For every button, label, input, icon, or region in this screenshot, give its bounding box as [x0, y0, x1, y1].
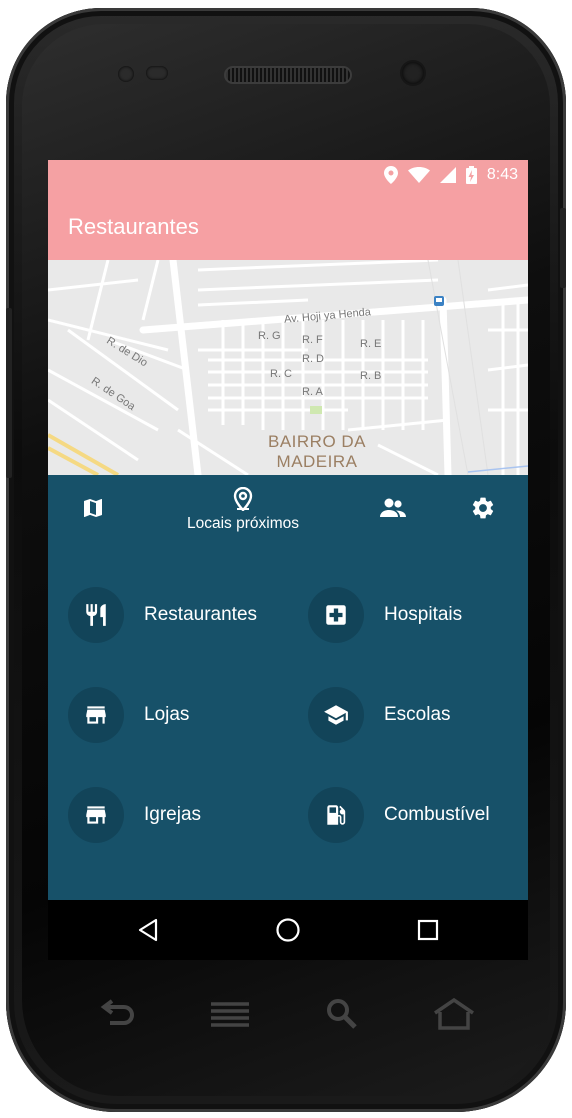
hospital-cross-icon: [326, 605, 346, 625]
battery-charging-icon: [465, 166, 477, 184]
back-icon: [138, 918, 158, 942]
nav-item-people[interactable]: [368, 475, 418, 545]
front-camera: [402, 62, 424, 84]
hardware-back-button: [94, 990, 142, 1038]
app-bar: Restaurantes: [48, 190, 528, 260]
map-street-label: R. B: [360, 370, 382, 382]
location-icon: [383, 166, 398, 184]
back-button[interactable]: [128, 910, 168, 950]
category-icon-circle: [308, 787, 364, 843]
category-label: Lojas: [144, 704, 190, 725]
gear-icon: [472, 497, 494, 519]
category-hospitais[interactable]: Hospitais: [308, 587, 462, 643]
map-street-label: R. G: [258, 330, 281, 342]
hardware-search-button: [318, 990, 366, 1038]
map-district-label: BAIRRO DA MADEIRA: [268, 432, 366, 472]
category-igrejas[interactable]: Igrejas: [68, 787, 201, 843]
menu-icon: [211, 1002, 249, 1027]
place-pin-icon: [233, 487, 253, 511]
map-street-label: R. A: [302, 386, 323, 398]
nav-item-map[interactable]: [68, 475, 118, 545]
map-view[interactable]: Av. Hoji ya Henda R. G R. F R. E R. D R.…: [48, 260, 528, 475]
graduation-cap-icon: [324, 705, 348, 725]
status-bar: 8:43: [48, 160, 528, 190]
home-icon: [276, 918, 300, 942]
volume-button: [6, 308, 12, 478]
search-icon: [327, 999, 357, 1029]
map-district-line: BAIRRO DA: [268, 432, 367, 451]
home-icon: [434, 998, 474, 1030]
map-street-label: R. C: [270, 368, 292, 380]
category-icon-circle: [68, 687, 124, 743]
map-icon: [84, 499, 102, 517]
system-nav-bar: [48, 900, 528, 960]
category-combustivel[interactable]: Combustível: [308, 787, 490, 843]
nav-item-settings[interactable]: [458, 475, 508, 545]
category-icon-circle: [68, 587, 124, 643]
earpiece-speaker: [224, 66, 352, 84]
home-button[interactable]: [268, 910, 308, 950]
fork-knife-icon: [86, 604, 106, 626]
category-icon-circle: [68, 787, 124, 843]
hardware-menu-button: [206, 990, 254, 1038]
recents-button[interactable]: [408, 910, 448, 950]
category-label: Escolas: [384, 704, 451, 725]
map-district-line: MADEIRA: [276, 452, 358, 471]
proximity-sensor: [118, 66, 134, 82]
screen: 8:43 Restaurantes Av. Hoji ya Henda R. G…: [48, 160, 528, 960]
page-title: Restaurantes: [68, 214, 199, 239]
category-label: Igrejas: [144, 804, 202, 825]
nav-label: Locais próximos: [187, 515, 299, 532]
map-street-label: R. E: [360, 338, 382, 350]
category-restaurantes[interactable]: Restaurantes: [68, 587, 257, 643]
recents-icon: [417, 919, 439, 941]
store-icon: [86, 706, 106, 724]
store-icon: [86, 806, 106, 824]
back-icon: [100, 999, 134, 1025]
fuel-pump-icon: [327, 805, 346, 825]
category-icon-circle: [308, 687, 364, 743]
category-label: Hospitais: [384, 604, 463, 625]
map-street-label: R. F: [302, 334, 323, 346]
category-label: Combustível: [384, 804, 490, 825]
category-icon-circle: [308, 587, 364, 643]
category-escolas[interactable]: Escolas: [308, 687, 451, 743]
status-time: 8:43: [486, 166, 518, 183]
signal-icon: [439, 167, 456, 183]
light-sensor: [146, 66, 168, 80]
category-label: Restaurantes: [144, 604, 258, 625]
power-button: [560, 208, 566, 288]
map-street-label: R. D: [302, 353, 324, 365]
wifi-icon: [407, 167, 430, 183]
bottom-nav: Locais próximos: [48, 475, 528, 545]
hardware-home-button: [430, 990, 478, 1038]
people-icon: [380, 498, 406, 517]
nav-item-nearby[interactable]: Locais próximos: [168, 475, 318, 545]
category-lojas[interactable]: Lojas: [68, 687, 189, 743]
